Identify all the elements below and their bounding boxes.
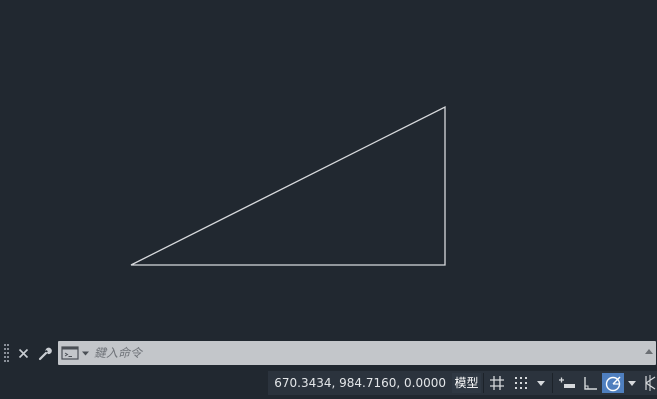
- polar-tracking-icon[interactable]: [602, 373, 624, 393]
- close-icon[interactable]: [13, 343, 33, 363]
- drawing-canvas[interactable]: [0, 0, 657, 340]
- command-input[interactable]: [94, 343, 634, 363]
- polar-dropdown-caret-icon[interactable]: [625, 373, 639, 393]
- command-prompt-icon[interactable]: [60, 343, 92, 363]
- ortho-icon[interactable]: [579, 373, 601, 393]
- isodraft-icon[interactable]: [642, 373, 657, 393]
- status-bar-tray: 670.3434, 984.7160, 0.0000 模型: [268, 371, 657, 395]
- cad-application: 670.3434, 984.7160, 0.0000 模型: [0, 0, 657, 399]
- coordinate-readout[interactable]: 670.3434, 984.7160, 0.0000: [268, 371, 450, 395]
- command-line-bar: [0, 340, 657, 366]
- wrench-icon[interactable]: [35, 343, 55, 363]
- snap-dots-icon[interactable]: [510, 373, 532, 393]
- command-history-up-icon[interactable]: [645, 349, 653, 354]
- model-space-button[interactable]: 模型: [452, 373, 481, 393]
- status-separator: [483, 373, 484, 393]
- triangle-shape[interactable]: [130, 105, 446, 266]
- grid-icon[interactable]: [486, 373, 508, 393]
- snap-dropdown-caret-icon[interactable]: [534, 373, 548, 393]
- grip-handle-icon[interactable]: [4, 344, 11, 362]
- command-input-container: [58, 341, 656, 365]
- status-separator: [552, 373, 553, 393]
- status-bar: 670.3434, 984.7160, 0.0000 模型: [0, 366, 657, 399]
- infer-constraints-icon[interactable]: [556, 373, 578, 393]
